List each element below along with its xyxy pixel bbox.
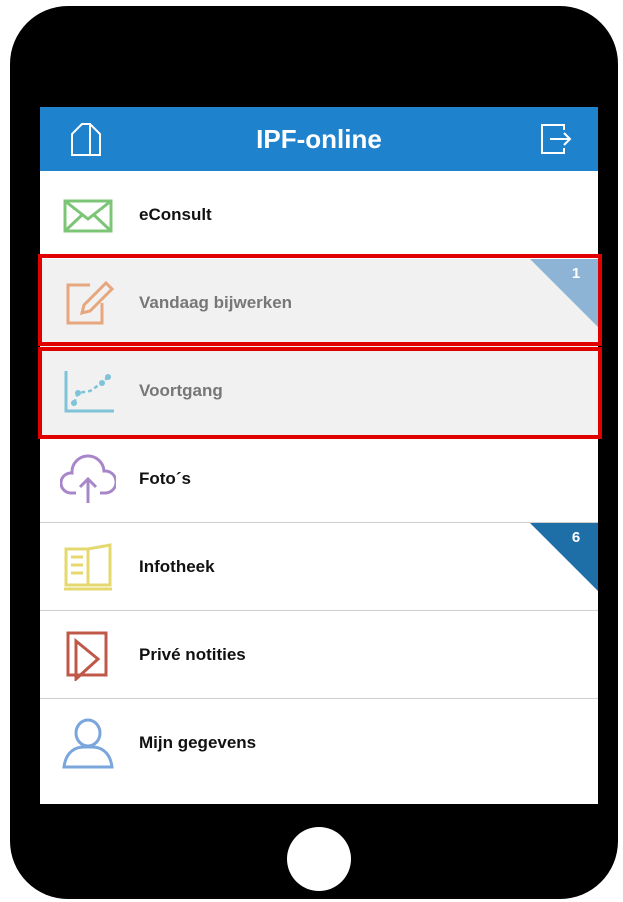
menu-item-vandaag-bijwerken[interactable]: Vandaag bijwerken 1 bbox=[40, 259, 598, 347]
menu-item-label: Vandaag bijwerken bbox=[139, 293, 293, 312]
app-header: IPF-online bbox=[40, 107, 598, 171]
menu-item-fotos[interactable]: Foto´s bbox=[40, 435, 598, 523]
edit-icon bbox=[66, 280, 115, 325]
logout-icon[interactable] bbox=[536, 119, 576, 159]
menu-item-voortgang[interactable]: Voortgang bbox=[40, 347, 598, 435]
book-icon bbox=[64, 543, 112, 591]
menu-item-infotheek[interactable]: Infotheek 6 bbox=[40, 523, 598, 611]
menu-item-econsult[interactable]: eConsult bbox=[40, 171, 598, 259]
menu-item-mijn-gegevens[interactable]: Mijn gegevens bbox=[40, 699, 598, 787]
device-home-button[interactable] bbox=[287, 827, 351, 891]
badge-count: 6 bbox=[571, 529, 581, 546]
menu-item-prive-notities[interactable]: Privé notities bbox=[40, 611, 598, 699]
badge-count: 1 bbox=[571, 265, 581, 282]
envelope-icon bbox=[63, 199, 113, 233]
cloud-upload-icon bbox=[60, 454, 116, 503]
menu-item-label: Privé notities bbox=[139, 645, 246, 664]
menu-item-label: Foto´s bbox=[139, 469, 191, 488]
menu-item-label: Mijn gegevens bbox=[139, 733, 257, 752]
app-title: IPF-online bbox=[256, 124, 382, 154]
user-icon bbox=[62, 718, 114, 769]
menu-item-label: Voortgang bbox=[139, 381, 223, 400]
menu-item-label: Infotheek bbox=[139, 557, 215, 576]
menu-item-label: eConsult bbox=[139, 205, 212, 224]
app-screen: IPF-online eConsult Vandaag bijwerken 1 bbox=[40, 107, 598, 804]
progress-chart-icon bbox=[64, 371, 114, 413]
notes-icon bbox=[66, 631, 108, 681]
